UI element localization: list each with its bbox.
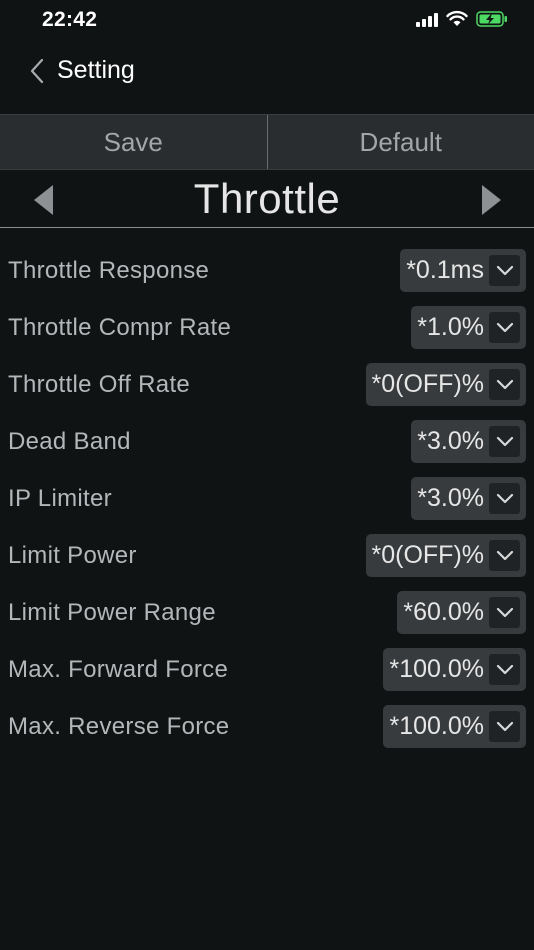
setting-row: Throttle Compr Rate *1.0%: [0, 300, 534, 357]
battery-charging-icon: [476, 10, 507, 27]
default-button[interactable]: Default: [268, 115, 534, 169]
section-header: Throttle: [0, 171, 534, 228]
setting-label: Throttle Compr Rate: [8, 314, 232, 341]
chevron-down-icon: [489, 597, 520, 628]
setting-label: Throttle Response: [8, 257, 210, 284]
setting-label: IP Limiter: [8, 485, 112, 512]
setting-row: Dead Band *3.0%: [0, 414, 534, 471]
dropdown-value: *3.0%: [417, 484, 484, 512]
setting-label: Max. Forward Force: [8, 656, 229, 683]
setting-row: Max. Forward Force *100.0%: [0, 642, 534, 699]
action-segment-bar: Save Default: [0, 114, 534, 170]
status-time: 22:42: [42, 8, 98, 31]
dropdown-value: *100.0%: [389, 712, 484, 740]
setting-label: Dead Band: [8, 428, 131, 455]
setting-row: IP Limiter *3.0%: [0, 471, 534, 528]
setting-row: Throttle Response *0.1ms: [0, 243, 534, 300]
setting-label: Max. Reverse Force: [8, 713, 230, 740]
setting-dropdown[interactable]: *3.0%: [411, 420, 526, 463]
setting-label: Limit Power Range: [8, 599, 216, 626]
back-chevron-icon[interactable]: [30, 58, 44, 84]
dropdown-value: *0(OFF)%: [371, 541, 485, 569]
setting-dropdown[interactable]: *3.0%: [411, 477, 526, 520]
dropdown-value: *100.0%: [389, 655, 484, 683]
dropdown-value: *3.0%: [417, 427, 484, 455]
setting-dropdown[interactable]: *0(OFF)%: [365, 534, 526, 577]
status-bar: 22:42: [0, 0, 534, 44]
section-title: Throttle: [193, 175, 341, 222]
chevron-down-icon: [489, 312, 520, 343]
dropdown-value: *1.0%: [417, 313, 484, 341]
next-section-triangle-icon[interactable]: [480, 183, 504, 217]
setting-dropdown[interactable]: *0(OFF)%: [365, 363, 526, 406]
setting-dropdown[interactable]: *1.0%: [411, 306, 526, 349]
setting-dropdown[interactable]: *100.0%: [383, 648, 526, 691]
chevron-down-icon: [489, 426, 520, 457]
settings-list: Throttle Response *0.1ms Throttle Compr …: [0, 243, 534, 756]
cellular-signal-icon: [416, 11, 438, 27]
nav-title: Setting: [57, 56, 135, 84]
save-button[interactable]: Save: [0, 115, 267, 169]
setting-dropdown[interactable]: *100.0%: [383, 705, 526, 748]
wifi-icon: [446, 10, 468, 26]
dropdown-value: *0(OFF)%: [371, 370, 485, 398]
chevron-down-icon: [489, 654, 520, 685]
dropdown-value: *60.0%: [403, 598, 484, 626]
setting-row: Limit Power Range *60.0%: [0, 585, 534, 642]
setting-row: Throttle Off Rate *0(OFF)%: [0, 357, 534, 414]
setting-label: Throttle Off Rate: [8, 371, 191, 398]
chevron-down-icon: [489, 369, 520, 400]
setting-label: Limit Power: [8, 542, 137, 569]
chevron-down-icon: [489, 540, 520, 571]
chevron-down-icon: [489, 483, 520, 514]
setting-row: Max. Reverse Force *100.0%: [0, 699, 534, 756]
status-icons: [416, 10, 508, 27]
setting-dropdown[interactable]: *60.0%: [397, 591, 526, 634]
setting-dropdown[interactable]: *0.1ms: [400, 249, 526, 292]
dropdown-value: *0.1ms: [406, 256, 484, 284]
setting-row: Limit Power *0(OFF)%: [0, 528, 534, 585]
chevron-down-icon: [489, 711, 520, 742]
chevron-down-icon: [489, 255, 520, 286]
